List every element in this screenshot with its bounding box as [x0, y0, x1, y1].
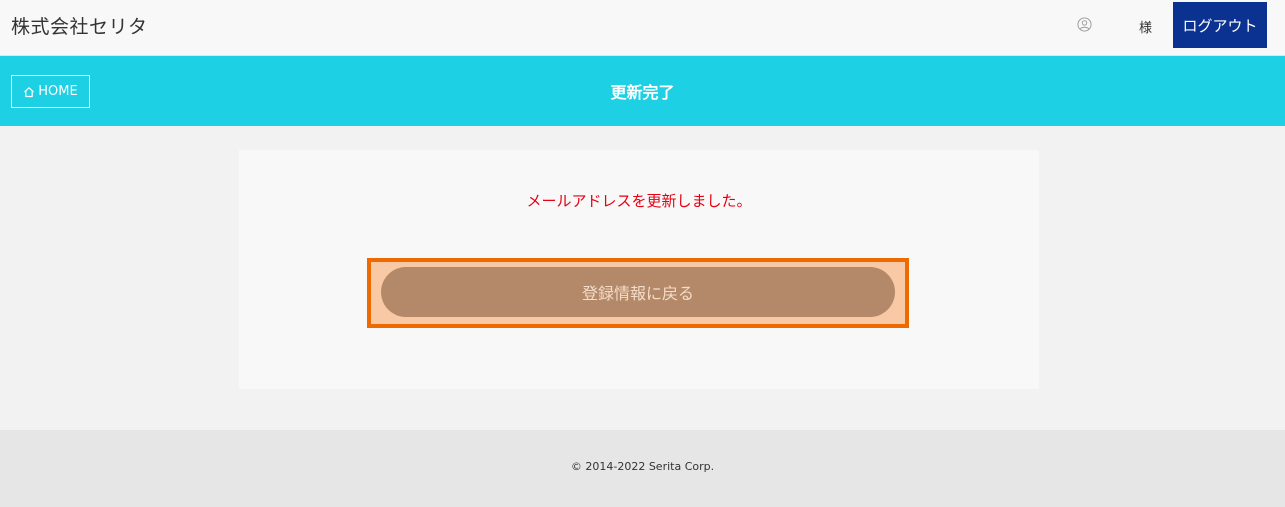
company-name: 株式会社セリタ [11, 16, 148, 38]
return-to-registration-button[interactable]: 登録情報に戻る [381, 267, 895, 317]
user-circle-icon [1077, 17, 1092, 32]
footer: © 2014-2022 Serita Corp. [0, 430, 1285, 507]
success-message: メールアドレスを更新しました。 [526, 192, 752, 210]
copyright: © 2014-2022 Serita Corp. [570, 460, 715, 473]
logout-button[interactable]: ログアウト [1173, 2, 1267, 48]
user-honorific: 様 [1139, 21, 1153, 36]
content-card: メールアドレスを更新しました。 登録情報に戻る [239, 150, 1039, 389]
header: 株式会社セリタ 様 ログアウト [0, 0, 1285, 56]
title-bar: HOME 更新完了 [0, 56, 1285, 126]
page-title: 更新完了 [610, 83, 675, 102]
return-button-highlight: 登録情報に戻る [367, 258, 909, 328]
